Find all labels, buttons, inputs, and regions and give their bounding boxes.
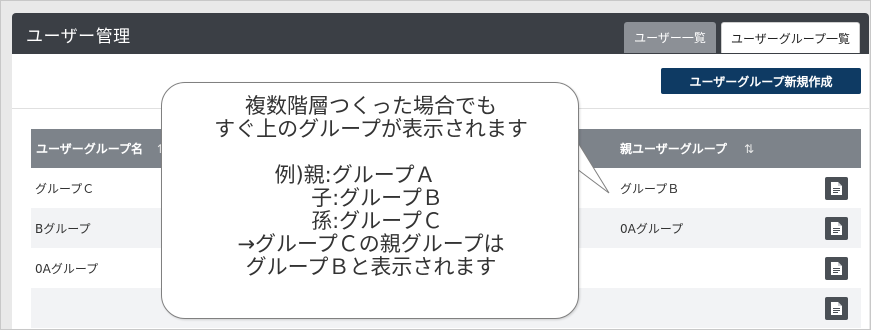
group-name-cell: グループＣ [35, 181, 95, 196]
callout-line: グループＢと表示されます [245, 255, 497, 279]
tab-user-group-list[interactable]: ユーザーグループ一覧 [721, 22, 860, 53]
callout-bubble: 複数階層つくった場合でも すぐ上のグループが表示されます 例)親:グループＡ 子… [161, 82, 579, 319]
callout-line: 複数階層つくった場合でも [245, 94, 497, 118]
sort-icon[interactable]: ⇅ [744, 129, 754, 168]
callout-line: 例)親:グループＡ [274, 163, 436, 187]
document-icon[interactable] [825, 297, 848, 320]
callout-line: 子:グループＢ [311, 186, 443, 210]
document-icon[interactable] [825, 257, 848, 280]
group-name-cell: Bグループ [35, 221, 91, 236]
callout-line: 孫:グループＣ [311, 209, 443, 233]
document-icon[interactable] [825, 217, 848, 240]
create-user-group-button[interactable]: ユーザーグループ新規作成 [661, 68, 861, 94]
callout-line: →グループＣの親グループは [237, 232, 505, 256]
parent-group-cell: 0Aグループ [620, 221, 684, 236]
column-header-group-name[interactable]: ユーザーグループ名 [36, 129, 143, 168]
column-header-parent-group[interactable]: 親ユーザーグループ [620, 129, 727, 168]
page-title: ユーザー管理 [26, 27, 131, 47]
callout-text: 複数階層つくった場合でも すぐ上のグループが表示されます 例)親:グループＡ 子… [162, 95, 580, 279]
screenshot-frame: ユーザー管理 ユーザー一覧 ユーザーグループ一覧 ユーザーグループ新規作成 ユー… [0, 0, 871, 330]
callout-line: すぐ上のグループが表示されます [214, 117, 528, 141]
group-name-cell: 0Aグループ [35, 261, 99, 276]
document-icon[interactable] [825, 177, 848, 200]
tab-user-list[interactable]: ユーザー一覧 [624, 22, 716, 53]
parent-group-cell: グループＢ [620, 181, 680, 196]
